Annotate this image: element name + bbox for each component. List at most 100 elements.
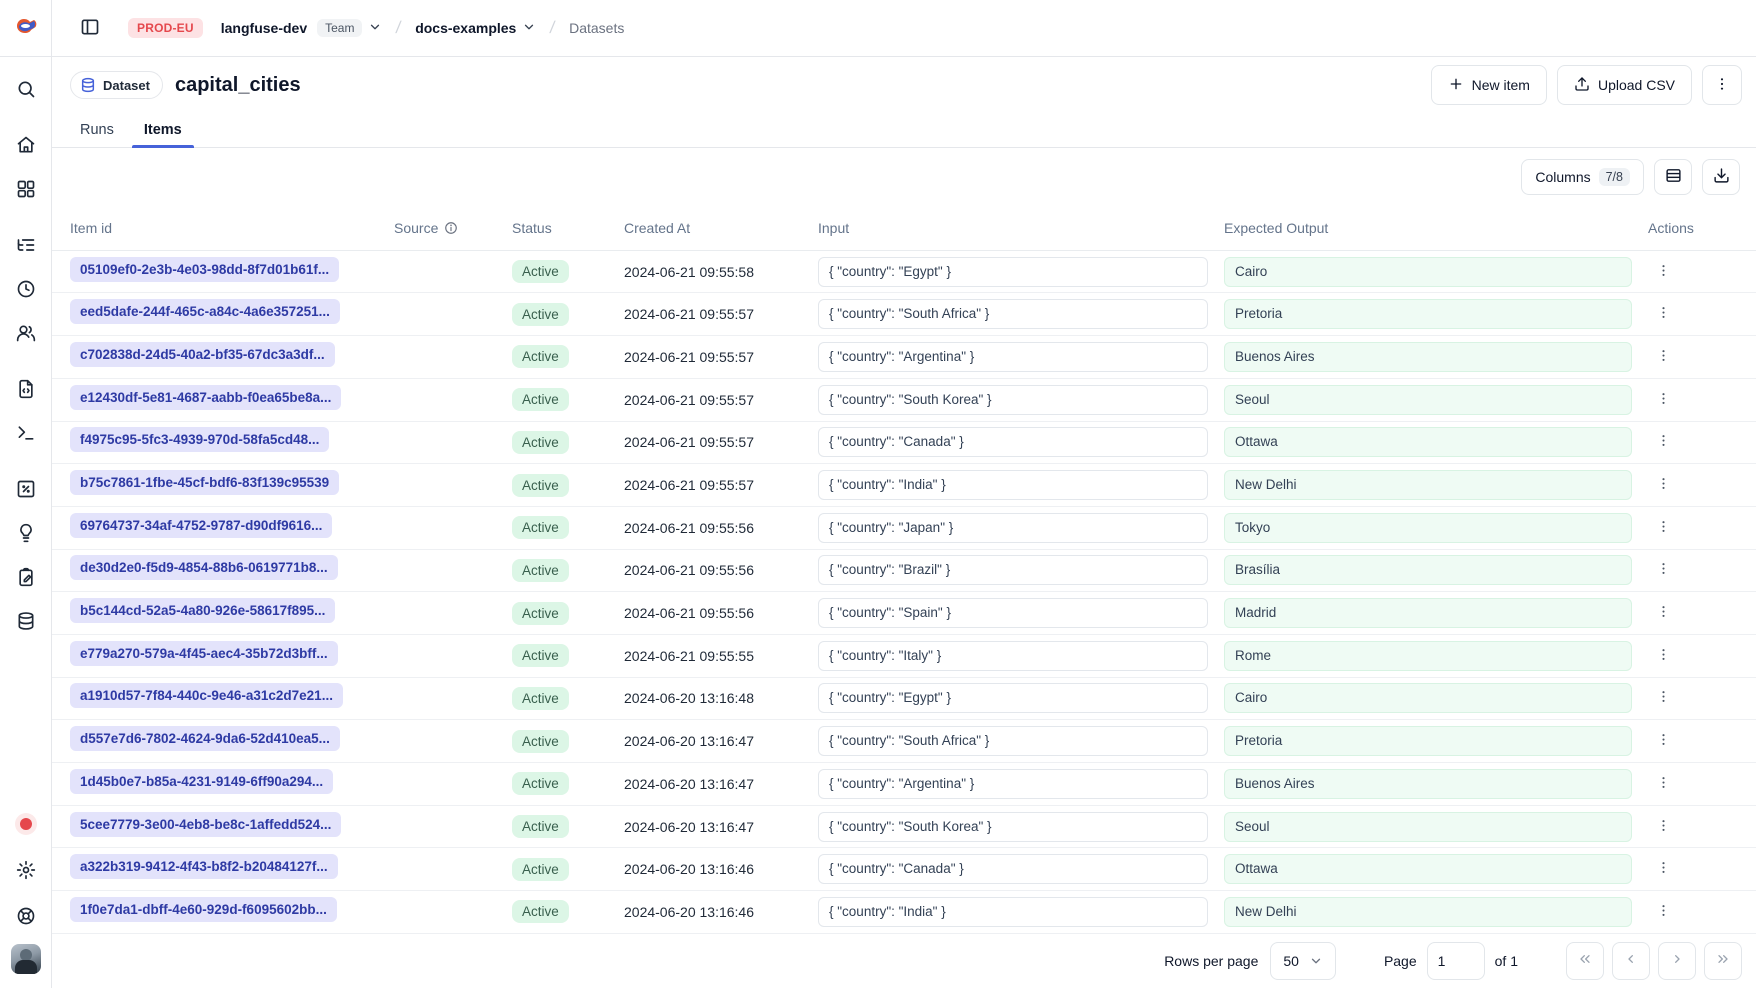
table-row[interactable]: a1910d57-7f84-440c-9e46-a31c2d7e21... Ac… <box>52 678 1756 721</box>
item-id-link[interactable]: d557e7d6-7802-4624-9da6-52d410ea5... <box>70 726 340 751</box>
expected-output-value[interactable]: Seoul <box>1224 385 1632 415</box>
input-value[interactable]: { "country": "South Korea" } <box>818 385 1208 415</box>
sidebar-item-insights[interactable] <box>7 515 45 553</box>
tab-items[interactable]: Items <box>142 113 184 147</box>
row-actions-button[interactable] <box>1650 897 1677 927</box>
org-name[interactable]: langfuse-dev <box>221 20 307 36</box>
upload-csv-button[interactable]: Upload CSV <box>1557 65 1692 105</box>
sidebar-item-prompts[interactable] <box>7 371 45 409</box>
expected-output-value[interactable]: Ottawa <box>1224 427 1632 457</box>
item-id-link[interactable]: e12430df-5e81-4687-aabb-f0ea65be8a... <box>70 385 341 410</box>
table-row[interactable]: 5cee7779-3e00-4eb8-be8c-1affedd524... Ac… <box>52 806 1756 849</box>
expected-output-value[interactable]: New Delhi <box>1224 470 1632 500</box>
input-value[interactable]: { "country": "Japan" } <box>818 513 1208 543</box>
row-actions-button[interactable] <box>1650 769 1677 799</box>
rows-per-page-select[interactable]: 50 <box>1270 942 1336 980</box>
langfuse-logo-icon[interactable] <box>13 15 39 42</box>
expected-output-value[interactable]: Madrid <box>1224 598 1632 628</box>
item-id-link[interactable]: 1d45b0e7-b85a-4231-9149-6ff90a294... <box>70 769 333 794</box>
table-row[interactable]: de30d2e0-f5d9-4854-88b6-0619771b8... Act… <box>52 550 1756 593</box>
input-value[interactable]: { "country": "India" } <box>818 897 1208 927</box>
row-actions-button[interactable] <box>1650 385 1677 415</box>
sidebar-item-settings[interactable] <box>7 852 45 890</box>
table-row[interactable]: f4975c95-5fc3-4939-970d-58fa5cd48... Act… <box>52 422 1756 465</box>
sidebar-item-sessions[interactable] <box>7 271 45 309</box>
input-value[interactable]: { "country": "South Africa" } <box>818 726 1208 756</box>
table-row[interactable]: b5c144cd-52a5-4a80-926e-58617f895... Act… <box>52 592 1756 635</box>
row-actions-button[interactable] <box>1650 683 1677 713</box>
info-icon[interactable] <box>444 221 458 235</box>
sidebar-item-evaluation[interactable] <box>7 471 45 509</box>
item-id-link[interactable]: b75c7861-1fbe-45cf-bdf6-83f139c95539 <box>70 470 339 495</box>
item-id-link[interactable]: a1910d57-7f84-440c-9e46-a31c2d7e21... <box>70 683 343 708</box>
row-actions-button[interactable] <box>1650 427 1677 457</box>
first-page-button[interactable] <box>1566 942 1604 980</box>
sidebar-item-search[interactable] <box>7 71 45 109</box>
previous-page-button[interactable] <box>1612 942 1650 980</box>
expected-output-value[interactable]: Seoul <box>1224 812 1632 842</box>
row-actions-button[interactable] <box>1650 641 1677 671</box>
row-actions-button[interactable] <box>1650 726 1677 756</box>
row-actions-button[interactable] <box>1650 470 1677 500</box>
expected-output-value[interactable]: Cairo <box>1224 683 1632 713</box>
new-item-button[interactable]: New item <box>1431 65 1547 105</box>
input-value[interactable]: { "country": "South Korea" } <box>818 812 1208 842</box>
table-row[interactable]: e12430df-5e81-4687-aabb-f0ea65be8a... Ac… <box>52 379 1756 422</box>
sidebar-item-tracing[interactable] <box>7 227 45 265</box>
input-value[interactable]: { "country": "Canada" } <box>818 427 1208 457</box>
input-value[interactable]: { "country": "Egypt" } <box>818 257 1208 287</box>
input-value[interactable]: { "country": "Spain" } <box>818 598 1208 628</box>
row-actions-button[interactable] <box>1650 257 1677 287</box>
input-value[interactable]: { "country": "Canada" } <box>818 854 1208 884</box>
input-value[interactable]: { "country": "Egypt" } <box>818 683 1208 713</box>
sidebar-item-dashboards[interactable] <box>7 171 45 209</box>
item-id-link[interactable]: 5cee7779-3e00-4eb8-be8c-1affedd524... <box>70 812 341 837</box>
input-value[interactable]: { "country": "Argentina" } <box>818 769 1208 799</box>
row-actions-button[interactable] <box>1650 555 1677 585</box>
expected-output-value[interactable]: Rome <box>1224 641 1632 671</box>
sidebar-item-annotation[interactable] <box>7 559 45 597</box>
row-actions-button[interactable] <box>1650 812 1677 842</box>
last-page-button[interactable] <box>1704 942 1742 980</box>
row-actions-button[interactable] <box>1650 513 1677 543</box>
item-id-link[interactable]: c702838d-24d5-40a2-bf35-67dc3a3df... <box>70 342 335 367</box>
next-page-button[interactable] <box>1658 942 1696 980</box>
input-value[interactable]: { "country": "Italy" } <box>818 641 1208 671</box>
sidebar-item-playground[interactable] <box>7 415 45 453</box>
sidebar-item-support[interactable] <box>7 898 45 936</box>
row-actions-button[interactable] <box>1650 342 1677 372</box>
expected-output-value[interactable]: Buenos Aires <box>1224 769 1632 799</box>
table-row[interactable]: eed5dafe-244f-465c-a84c-4a6e357251... Ac… <box>52 293 1756 336</box>
input-value[interactable]: { "country": "Brazil" } <box>818 555 1208 585</box>
input-value[interactable]: { "country": "South Africa" } <box>818 299 1208 329</box>
expected-output-value[interactable]: Cairo <box>1224 257 1632 287</box>
user-avatar[interactable] <box>11 944 41 974</box>
table-row[interactable]: 1f0e7da1-dbff-4e60-929d-f6095602bb... Ac… <box>52 891 1756 934</box>
expected-output-value[interactable]: Brasília <box>1224 555 1632 585</box>
input-value[interactable]: { "country": "India" } <box>818 470 1208 500</box>
table-row[interactable]: 69764737-34af-4752-9787-d90df9616... Act… <box>52 507 1756 550</box>
page-input[interactable] <box>1427 942 1485 980</box>
recording-indicator-dot[interactable] <box>20 818 32 830</box>
dataset-actions-menu-button[interactable] <box>1702 65 1742 105</box>
row-actions-button[interactable] <box>1650 299 1677 329</box>
expected-output-value[interactable]: Tokyo <box>1224 513 1632 543</box>
export-button[interactable] <box>1702 159 1740 195</box>
sidebar-item-datasets[interactable] <box>7 603 45 641</box>
table-row[interactable]: a322b319-9412-4f43-b8f2-b20484127f... Ac… <box>52 848 1756 891</box>
expected-output-value[interactable]: Ottawa <box>1224 854 1632 884</box>
item-id-link[interactable]: eed5dafe-244f-465c-a84c-4a6e357251... <box>70 299 340 324</box>
sidebar-toggle-button[interactable] <box>76 13 104 44</box>
org-switcher[interactable]: Team <box>317 19 382 37</box>
item-id-link[interactable]: de30d2e0-f5d9-4854-88b6-0619771b8... <box>70 555 338 580</box>
table-row[interactable]: c702838d-24d5-40a2-bf35-67dc3a3df... Act… <box>52 336 1756 379</box>
item-id-link[interactable]: e779a270-579a-4f45-aec4-35b72d3bff... <box>70 641 338 666</box>
columns-button[interactable]: Columns 7/8 <box>1521 159 1644 195</box>
table-row[interactable]: d557e7d6-7802-4624-9da6-52d410ea5... Act… <box>52 720 1756 763</box>
item-id-link[interactable]: a322b319-9412-4f43-b8f2-b20484127f... <box>70 854 338 879</box>
expected-output-value[interactable]: Buenos Aires <box>1224 342 1632 372</box>
row-actions-button[interactable] <box>1650 598 1677 628</box>
project-switcher[interactable]: docs-examples <box>415 20 536 37</box>
table-row[interactable]: e779a270-579a-4f45-aec4-35b72d3bff... Ac… <box>52 635 1756 678</box>
item-id-link[interactable]: 05109ef0-2e3b-4e03-98dd-8f7d01b61f... <box>70 257 339 282</box>
